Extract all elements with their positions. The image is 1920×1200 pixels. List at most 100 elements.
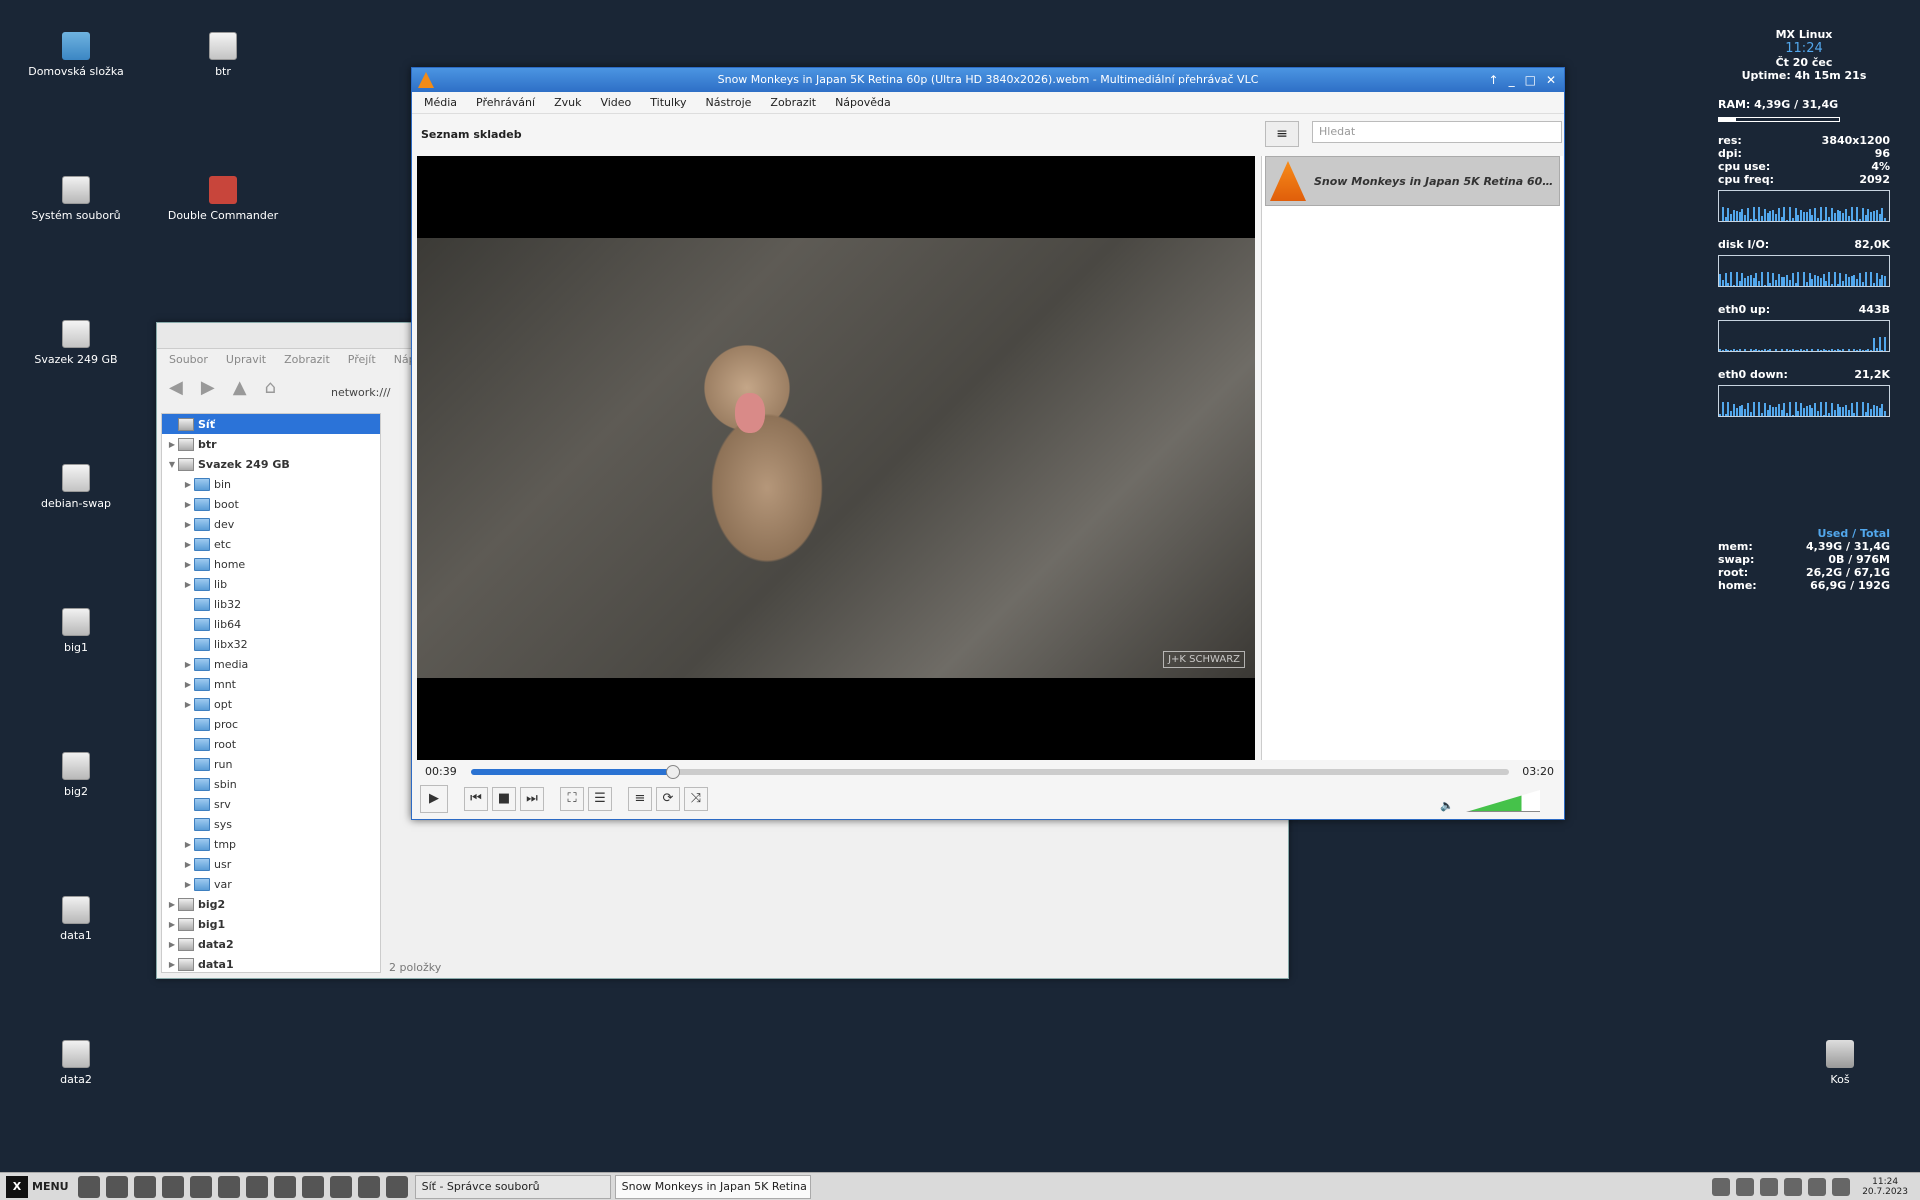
desktop-icon[interactable]: data1 <box>16 896 136 942</box>
video-area[interactable]: J+K SCHWARZ <box>417 156 1255 760</box>
tree-item[interactable]: ▶ bin <box>162 474 380 494</box>
vlc-titlebar[interactable]: Snow Monkeys in Japan 5K Retina 60p (Ult… <box>412 68 1564 92</box>
tree-item[interactable]: libx32 <box>162 634 380 654</box>
menu-item[interactable]: Upravit <box>226 353 266 367</box>
tree-item[interactable]: ▶ home <box>162 554 380 574</box>
tree-item[interactable]: ▼ Svazek 249 GB <box>162 454 380 474</box>
desktop-icon[interactable]: big2 <box>16 752 136 798</box>
expand-arrow-icon[interactable]: ▶ <box>182 860 194 869</box>
up-icon[interactable]: ▲ <box>233 377 247 398</box>
speaker-icon[interactable]: 🔈 <box>1440 799 1454 812</box>
volume-slider[interactable]: 75% <box>1466 790 1540 812</box>
tree-item[interactable]: ▶ btr <box>162 434 380 454</box>
tree-item[interactable]: ▶ boot <box>162 494 380 514</box>
menu-item[interactable]: Zvuk <box>554 96 581 109</box>
task-vlc[interactable]: Snow Monkeys in Japan 5K Retina 60p (Ult… <box>614 1174 811 1199</box>
expand-arrow-icon[interactable]: ▶ <box>182 580 194 589</box>
expand-arrow-icon[interactable]: ▶ <box>182 520 194 529</box>
expand-arrow-icon[interactable]: ▶ <box>182 500 194 509</box>
menu-item[interactable]: Přehrávání <box>476 96 535 109</box>
opera-icon[interactable] <box>329 1175 352 1198</box>
tree-item[interactable]: ▶ data1 <box>162 954 380 972</box>
eject-icon[interactable] <box>1736 1177 1755 1196</box>
desktop-icon[interactable]: Domovská složka <box>16 32 136 78</box>
menu-item[interactable]: Média <box>424 96 457 109</box>
playlist-search-input[interactable]: Hledat <box>1312 121 1562 143</box>
show-desktop-icon[interactable] <box>77 1175 100 1198</box>
close-icon[interactable]: ✕ <box>1546 68 1556 92</box>
maximize-icon[interactable]: □ <box>1525 68 1536 92</box>
forward-icon[interactable]: ▶ <box>201 377 215 398</box>
monitor-icon[interactable] <box>301 1175 324 1198</box>
tree-item[interactable]: ▶ var <box>162 874 380 894</box>
expand-arrow-icon[interactable]: ▶ <box>182 840 194 849</box>
expand-arrow-icon[interactable]: ▶ <box>182 880 194 889</box>
expand-arrow-icon[interactable]: ▶ <box>166 440 178 449</box>
next-button[interactable]: ⏭ <box>520 787 544 811</box>
seek-bar[interactable] <box>471 765 1509 779</box>
tree-item[interactable]: lib32 <box>162 594 380 614</box>
tree-item[interactable]: srv <box>162 794 380 814</box>
tree-item[interactable]: sys <box>162 814 380 834</box>
tree-item[interactable]: ▶ lib <box>162 574 380 594</box>
volume-icon[interactable] <box>1784 1177 1803 1196</box>
desktop-icon[interactable]: Systém souborů <box>16 176 136 222</box>
menu-item[interactable]: Zobrazit <box>284 353 330 367</box>
menu-item[interactable]: Titulky <box>650 96 686 109</box>
loop-button[interactable]: ⟳ <box>656 787 680 811</box>
minimize-icon[interactable]: _ <box>1509 68 1515 92</box>
expand-arrow-icon[interactable]: ▶ <box>182 660 194 669</box>
tree-item[interactable]: ▶ data2 <box>162 934 380 954</box>
menu-item[interactable]: Zobrazit <box>770 96 816 109</box>
menu-item[interactable]: Nástroje <box>706 96 752 109</box>
launcher-icon[interactable] <box>133 1175 156 1198</box>
folder-tree[interactable]: Síť ▶ btr ▼ Svazek 249 GB ▶ bin ▶ boot ▶ dev ▶ etc ▶ h… <box>161 413 381 973</box>
clock[interactable]: 11:24 20.7.2023 <box>1856 1177 1914 1197</box>
desktop-icon[interactable]: debian-swap <box>16 464 136 510</box>
previous-button[interactable]: ⏮ <box>464 787 488 811</box>
expand-arrow-icon[interactable]: ▶ <box>166 900 178 909</box>
network-icon[interactable] <box>1760 1177 1779 1196</box>
tree-item[interactable]: proc <box>162 714 380 734</box>
launcher-icon[interactable] <box>245 1175 268 1198</box>
expand-arrow-icon[interactable]: ▶ <box>182 700 194 709</box>
desktop-icon[interactable]: data2 <box>16 1040 136 1086</box>
fullscreen-button[interactable]: ⛶ <box>560 787 584 811</box>
expand-arrow-icon[interactable]: ▶ <box>166 940 178 949</box>
clipboard-icon[interactable] <box>1808 1177 1827 1196</box>
tree-item[interactable]: ▶ tmp <box>162 834 380 854</box>
launcher-icon[interactable] <box>105 1175 128 1198</box>
expand-arrow-icon[interactable]: ▶ <box>182 680 194 689</box>
menu-item[interactable]: Nápověda <box>835 96 891 109</box>
vlc-window[interactable]: Snow Monkeys in Japan 5K Retina 60p (Ult… <box>411 67 1565 820</box>
expand-arrow-icon[interactable]: ▶ <box>182 540 194 549</box>
desktop-icon[interactable]: Svazek 249 GB <box>16 320 136 366</box>
playlist-view-button[interactable]: ≡ <box>1265 121 1299 147</box>
desktop-icon[interactable]: btr <box>163 32 283 78</box>
shuffle-button[interactable]: ⤨ <box>684 787 708 811</box>
keep-above-icon[interactable]: ↑ <box>1489 68 1499 92</box>
browser-icon[interactable] <box>161 1175 184 1198</box>
tree-item[interactable]: root <box>162 734 380 754</box>
menu-item[interactable]: Soubor <box>169 353 208 367</box>
calendar-icon[interactable] <box>1832 1177 1851 1196</box>
playlist-panel[interactable]: Snow Monkeys in Japan 5K Retina 60p (Ult… <box>1261 156 1563 760</box>
tree-item[interactable]: ▶ media <box>162 654 380 674</box>
play-button[interactable]: ▶ <box>420 785 448 813</box>
double-commander-icon[interactable] <box>357 1175 380 1198</box>
tree-item[interactable]: ▶ big2 <box>162 894 380 914</box>
terminal-icon[interactable] <box>217 1175 240 1198</box>
tree-item[interactable]: run <box>162 754 380 774</box>
menu-item[interactable]: Přejít <box>348 353 376 367</box>
expand-arrow-icon[interactable]: ▶ <box>182 560 194 569</box>
stop-button[interactable]: ■ <box>492 787 516 811</box>
expand-arrow-icon[interactable]: ▶ <box>166 920 178 929</box>
tree-item[interactable]: lib64 <box>162 614 380 634</box>
expand-arrow-icon[interactable]: ▶ <box>182 480 194 489</box>
tree-item[interactable]: ▶ opt <box>162 694 380 714</box>
home-icon[interactable]: ⌂ <box>265 377 276 398</box>
expand-arrow-icon[interactable]: ▼ <box>166 460 178 469</box>
vlc-launcher-icon[interactable] <box>189 1175 212 1198</box>
launcher-icon[interactable] <box>385 1175 408 1198</box>
playlist-toggle-button[interactable]: ≡ <box>628 787 652 811</box>
